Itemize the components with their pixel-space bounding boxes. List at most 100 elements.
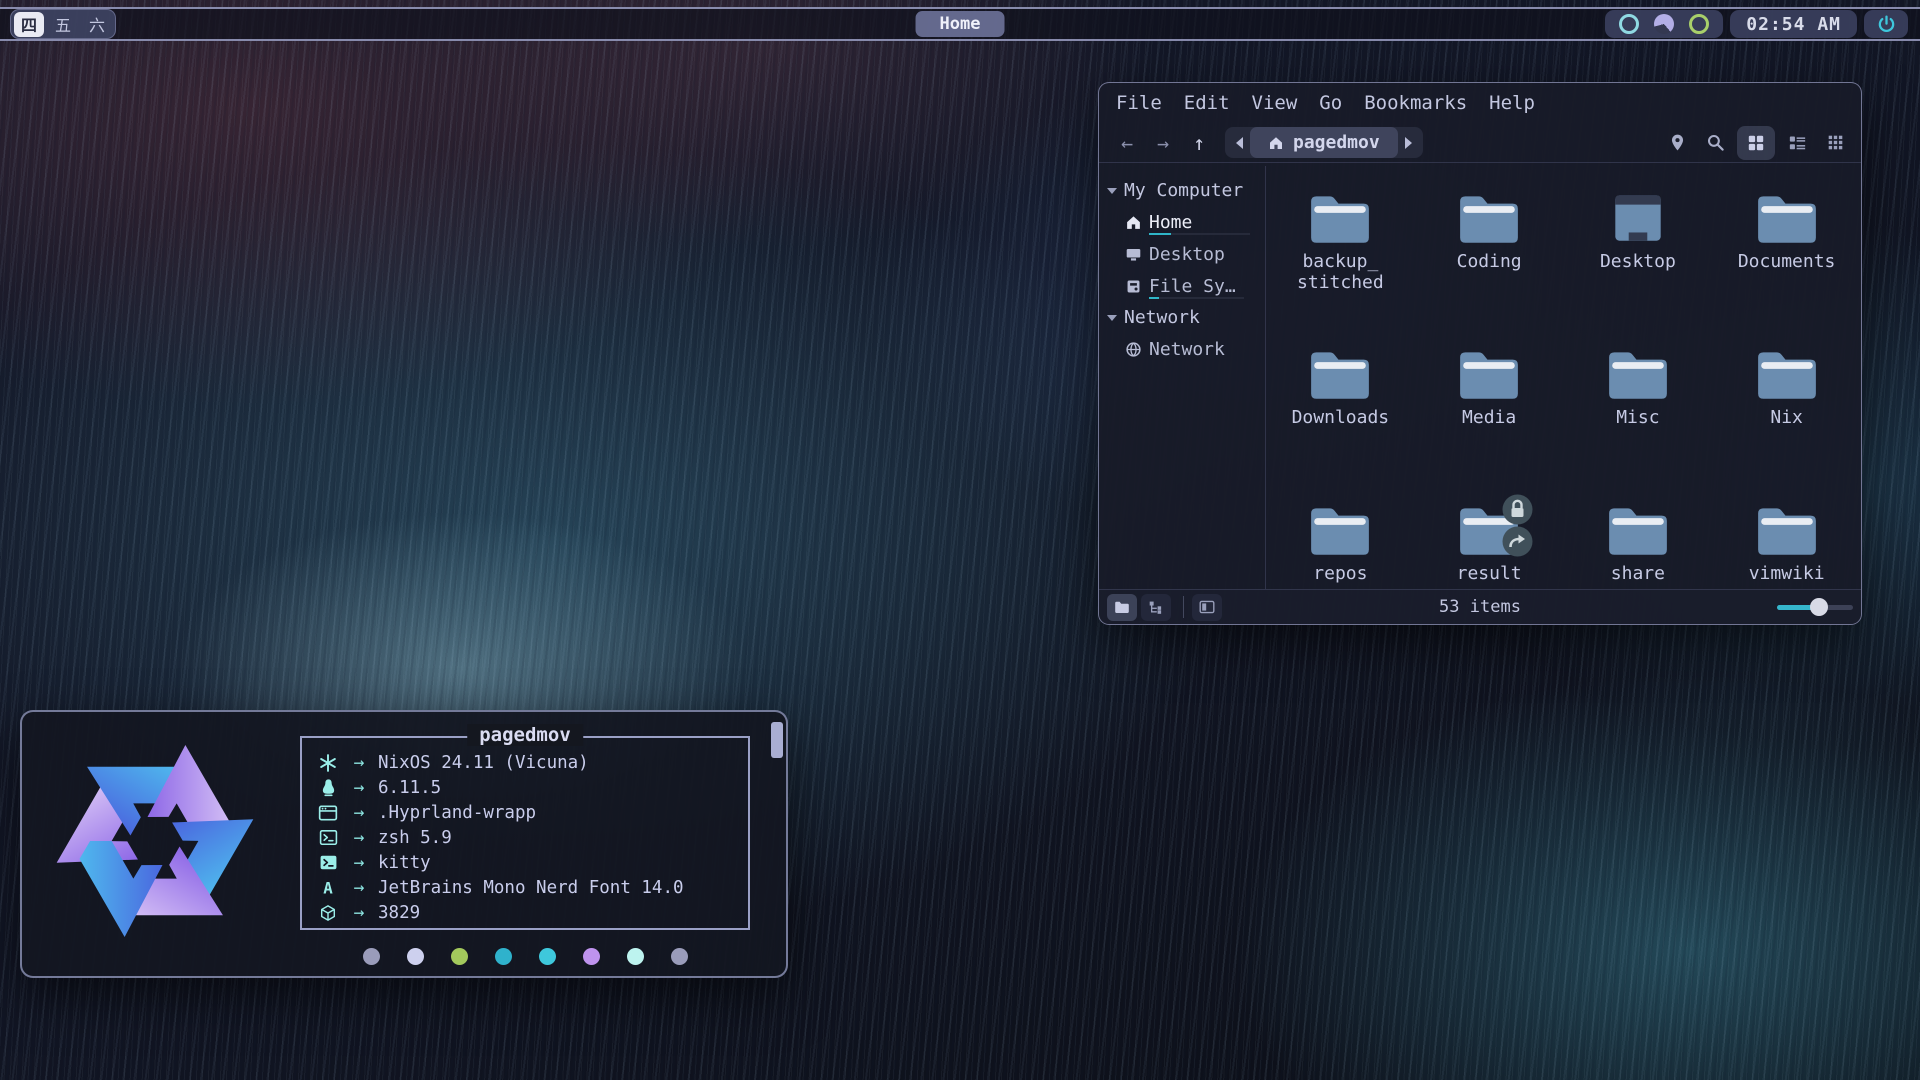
file-item[interactable]: Desktop <box>1564 190 1713 346</box>
fastfetch-row-shell: → zsh 5.9 <box>316 825 748 850</box>
file-item[interactable]: result <box>1415 502 1564 589</box>
nixos-logo <box>48 734 262 948</box>
path-segment-home[interactable]: pagedmov <box>1250 127 1398 158</box>
home-icon <box>1268 135 1284 151</box>
fastfetch-row-os: → NixOS 24.11 (Vicuna) <box>316 750 748 775</box>
file-item[interactable]: Downloads <box>1266 346 1415 502</box>
back-button[interactable]: ← <box>1109 131 1145 155</box>
workspace-4[interactable]: 四 <box>14 12 44 37</box>
workspace-switcher: 四 五 六 <box>10 9 116 39</box>
folder-icon <box>1754 346 1820 400</box>
path-scroll-right-icon[interactable] <box>1405 137 1412 149</box>
fastfetch-box: pagedmov → NixOS 24.11 (Vicuna) → 6.11.5 <box>300 736 750 930</box>
palette-dot <box>495 948 512 965</box>
sidebar-item-network[interactable]: Network <box>1099 333 1265 365</box>
memory-ring-icon <box>1689 14 1709 34</box>
menu-go[interactable]: Go <box>1308 92 1353 114</box>
menu-bookmarks[interactable]: Bookmarks <box>1353 92 1478 114</box>
up-button[interactable]: ↑ <box>1181 131 1217 155</box>
folder-icon <box>1754 502 1820 556</box>
fastfetch-row-terminal: → kitty <box>316 850 748 875</box>
file-item[interactable]: repos <box>1266 502 1415 589</box>
cpu-ring-icon <box>1619 14 1639 34</box>
forward-button[interactable]: → <box>1145 131 1181 155</box>
fastfetch-row-font: A → JetBrains Mono Nerd Font 14.0 <box>316 875 748 900</box>
file-item[interactable]: vimwiki <box>1712 502 1861 589</box>
fastfetch-row-packages: → 3829 <box>316 900 748 925</box>
show-tree-button[interactable] <box>1141 594 1171 621</box>
folder-icon <box>1307 346 1373 400</box>
path-scroll-left-icon[interactable] <box>1236 137 1243 149</box>
workspace-6[interactable]: 六 <box>82 12 112 37</box>
search-button[interactable] <box>1699 127 1731 159</box>
fastfetch-row-wm: → .Hyprland-wrapp <box>316 800 748 825</box>
menu-view[interactable]: View <box>1241 92 1309 114</box>
file-manager-menubar: File Edit View Go Bookmarks Help <box>1099 83 1861 123</box>
workspace-5[interactable]: 五 <box>48 12 78 37</box>
hostname-title: pagedmov <box>467 724 583 746</box>
terminal-color-palette <box>300 948 750 965</box>
folder-icon <box>1456 346 1522 400</box>
sidebar-section-network[interactable]: Network <box>1099 302 1265 333</box>
folder-icon <box>1605 346 1671 400</box>
sidebar-section-my-computer[interactable]: My Computer <box>1099 175 1265 206</box>
folder-icon <box>1456 190 1522 244</box>
folder-icon <box>1754 190 1820 244</box>
menu-edit[interactable]: Edit <box>1173 92 1241 114</box>
folder-icon <box>1605 502 1671 556</box>
statusbar-separator <box>1183 596 1184 618</box>
palette-dot <box>671 948 688 965</box>
location-pin-button[interactable] <box>1661 127 1693 159</box>
power-button[interactable] <box>1864 10 1908 38</box>
show-places-button[interactable] <box>1107 594 1137 621</box>
file-item[interactable]: Misc <box>1564 346 1713 502</box>
menu-help[interactable]: Help <box>1478 92 1546 114</box>
toggle-side-pane-button[interactable] <box>1192 594 1222 621</box>
folder-icon <box>1307 190 1373 244</box>
menu-file[interactable]: File <box>1105 92 1173 114</box>
file-grid: backup_stitched Coding Desktop Documents… <box>1266 164 1861 589</box>
palette-dot <box>539 948 556 965</box>
desktop-icon <box>1125 246 1142 263</box>
terminal-window: pagedmov → NixOS 24.11 (Vicuna) → 6.11.5 <box>20 710 788 978</box>
font-icon: A <box>316 878 340 898</box>
file-item[interactable]: Documents <box>1712 190 1861 346</box>
list-view-button[interactable] <box>1781 127 1813 159</box>
file-item[interactable]: share <box>1564 502 1713 589</box>
globe-icon <box>1125 341 1142 358</box>
shell-icon <box>316 829 340 846</box>
system-monitor-rings[interactable] <box>1605 10 1723 38</box>
icon-view-button[interactable] <box>1737 126 1775 160</box>
file-item[interactable]: Media <box>1415 346 1564 502</box>
file-item[interactable]: Nix <box>1712 346 1861 502</box>
clock[interactable]: 02:54 AM <box>1730 10 1857 38</box>
svg-text:A: A <box>323 878 333 897</box>
active-window-title[interactable]: Home <box>916 11 1005 37</box>
desktop-folder-icon <box>1605 190 1671 244</box>
terminal-icon <box>316 854 340 871</box>
sidebar-item-home[interactable]: Home <box>1099 206 1265 238</box>
power-icon <box>1876 14 1897 35</box>
file-manager-toolbar: ← → ↑ pagedmov <box>1099 123 1861 163</box>
collapse-triangle-icon <box>1107 315 1117 321</box>
folder-icon <box>1307 502 1373 556</box>
palette-dot <box>583 948 600 965</box>
sidebar-item-file-system[interactable]: File Sy… <box>1099 270 1265 302</box>
zoom-slider[interactable] <box>1777 597 1853 617</box>
top-bar: 四 五 六 Home 02:54 AM <box>0 7 1920 41</box>
path-bar: pagedmov <box>1225 127 1423 158</box>
lock-emblem-icon <box>1502 494 1533 525</box>
file-manager-window: File Edit View Go Bookmarks Help ← → ↑ p… <box>1098 82 1862 625</box>
places-sidebar: My Computer Home Desktop File Sy… Networ… <box>1099 164 1265 589</box>
palette-dot <box>451 948 468 965</box>
file-manager-body: My Computer Home Desktop File Sy… Networ… <box>1099 164 1861 589</box>
compact-view-button[interactable] <box>1819 127 1851 159</box>
slider-knob[interactable] <box>1810 598 1828 616</box>
disk-usage-icon <box>1654 14 1674 34</box>
toolbar-right-icons <box>1661 126 1851 160</box>
file-item[interactable]: backup_stitched <box>1266 190 1415 346</box>
sidebar-item-desktop[interactable]: Desktop <box>1099 238 1265 270</box>
package-icon <box>316 904 340 922</box>
file-item[interactable]: Coding <box>1415 190 1564 346</box>
terminal-scrollbar-thumb[interactable] <box>771 722 783 758</box>
